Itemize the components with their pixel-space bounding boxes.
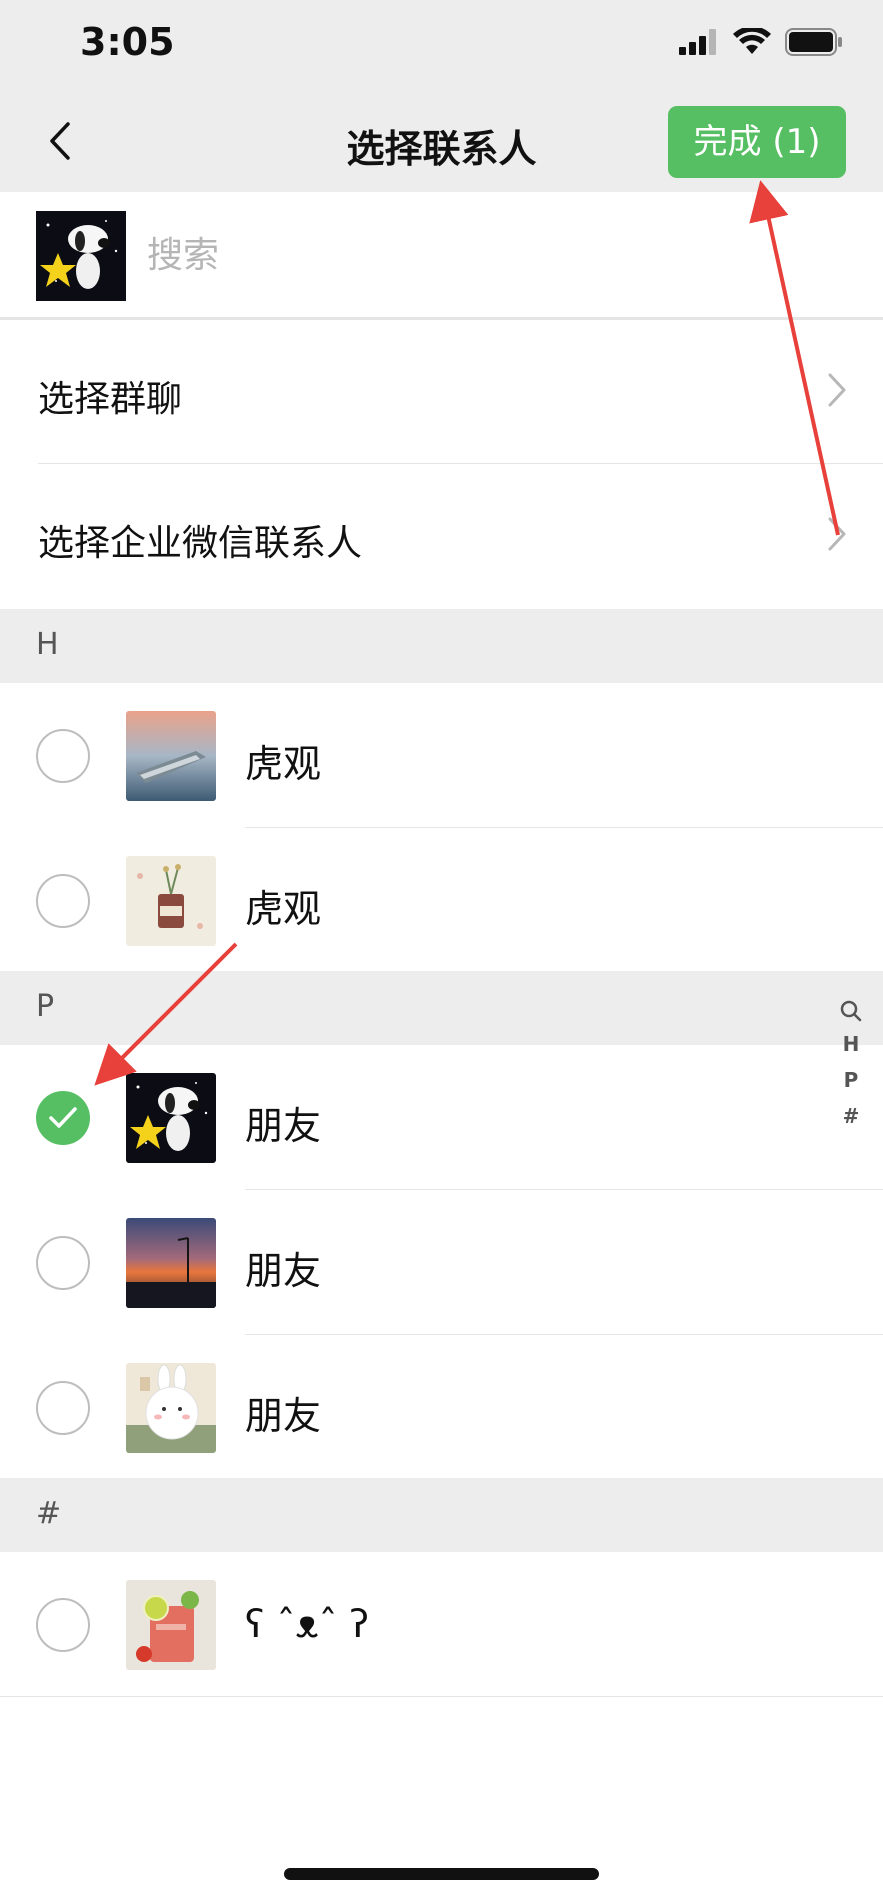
avatar	[126, 1218, 216, 1308]
home-indicator	[284, 1868, 599, 1880]
section-header-hash: #	[0, 1478, 883, 1552]
section-header-p: P	[0, 971, 883, 1045]
select-radio[interactable]	[36, 729, 90, 783]
contact-row[interactable]: 朋友	[0, 1190, 883, 1335]
index-letter-h[interactable]: H	[843, 1030, 860, 1058]
select-radio[interactable]	[36, 1598, 90, 1652]
wifi-icon	[733, 28, 771, 54]
contact-row[interactable]: 虎观	[0, 828, 883, 973]
back-button[interactable]	[30, 110, 90, 172]
chevron-right-icon	[828, 517, 846, 551]
contact-row[interactable]: 虎观	[0, 683, 883, 828]
checkmark-icon	[49, 1107, 77, 1128]
select-radio[interactable]	[36, 1381, 90, 1435]
contact-row[interactable]: ʕ ˆᴥˆ ʔ	[0, 1552, 883, 1697]
index-letter-hash[interactable]: #	[843, 1102, 860, 1130]
select-radio-checked[interactable]	[36, 1091, 90, 1145]
avatar	[36, 211, 126, 301]
contact-row-selected[interactable]: 朋友	[0, 1045, 883, 1190]
status-icons	[679, 28, 843, 56]
menu-item-label: 选择群聊	[38, 379, 183, 420]
contact-name: 虎观	[245, 742, 322, 786]
select-work-wechat-contacts-item[interactable]: 选择企业微信联系人	[0, 464, 883, 608]
search-bar	[0, 192, 883, 320]
contact-name: 朋友	[245, 1249, 322, 1293]
chevron-left-icon	[50, 122, 70, 160]
menu-item-label: 选择企业微信联系人	[38, 523, 363, 564]
contact-name: 朋友	[245, 1104, 322, 1148]
contact-name: 朋友	[245, 1394, 322, 1438]
section-letter: P	[36, 989, 55, 1024]
contact-row[interactable]: 朋友	[0, 1335, 883, 1480]
nav-bar: 选择联系人 完成 (1)	[0, 90, 883, 192]
avatar	[126, 856, 216, 946]
select-radio[interactable]	[36, 1236, 90, 1290]
avatar	[126, 1073, 216, 1163]
section-letter: #	[36, 1496, 62, 1531]
index-letter-p[interactable]: P	[844, 1066, 859, 1094]
divider	[0, 1696, 883, 1697]
contact-name: ʕ ˆᴥˆ ʔ	[245, 1602, 370, 1646]
battery-icon	[785, 28, 842, 56]
alphabet-index-bar[interactable]: H P #	[831, 1000, 871, 1130]
status-time: 3:05	[80, 20, 175, 64]
chevron-right-icon	[828, 373, 846, 407]
cellular-signal-icon	[679, 29, 716, 55]
contact-name: 虎观	[245, 887, 322, 931]
avatar	[126, 1363, 216, 1453]
select-radio[interactable]	[36, 874, 90, 928]
status-bar: 3:05	[0, 0, 883, 90]
avatar	[126, 711, 216, 801]
section-letter: H	[36, 627, 59, 662]
search-icon[interactable]	[840, 1000, 862, 1022]
avatar	[126, 1580, 216, 1670]
select-group-chat-item[interactable]: 选择群聊	[0, 320, 883, 464]
search-input[interactable]	[145, 222, 829, 288]
section-header-h: H	[0, 609, 883, 683]
done-button[interactable]: 完成 (1)	[668, 106, 846, 178]
